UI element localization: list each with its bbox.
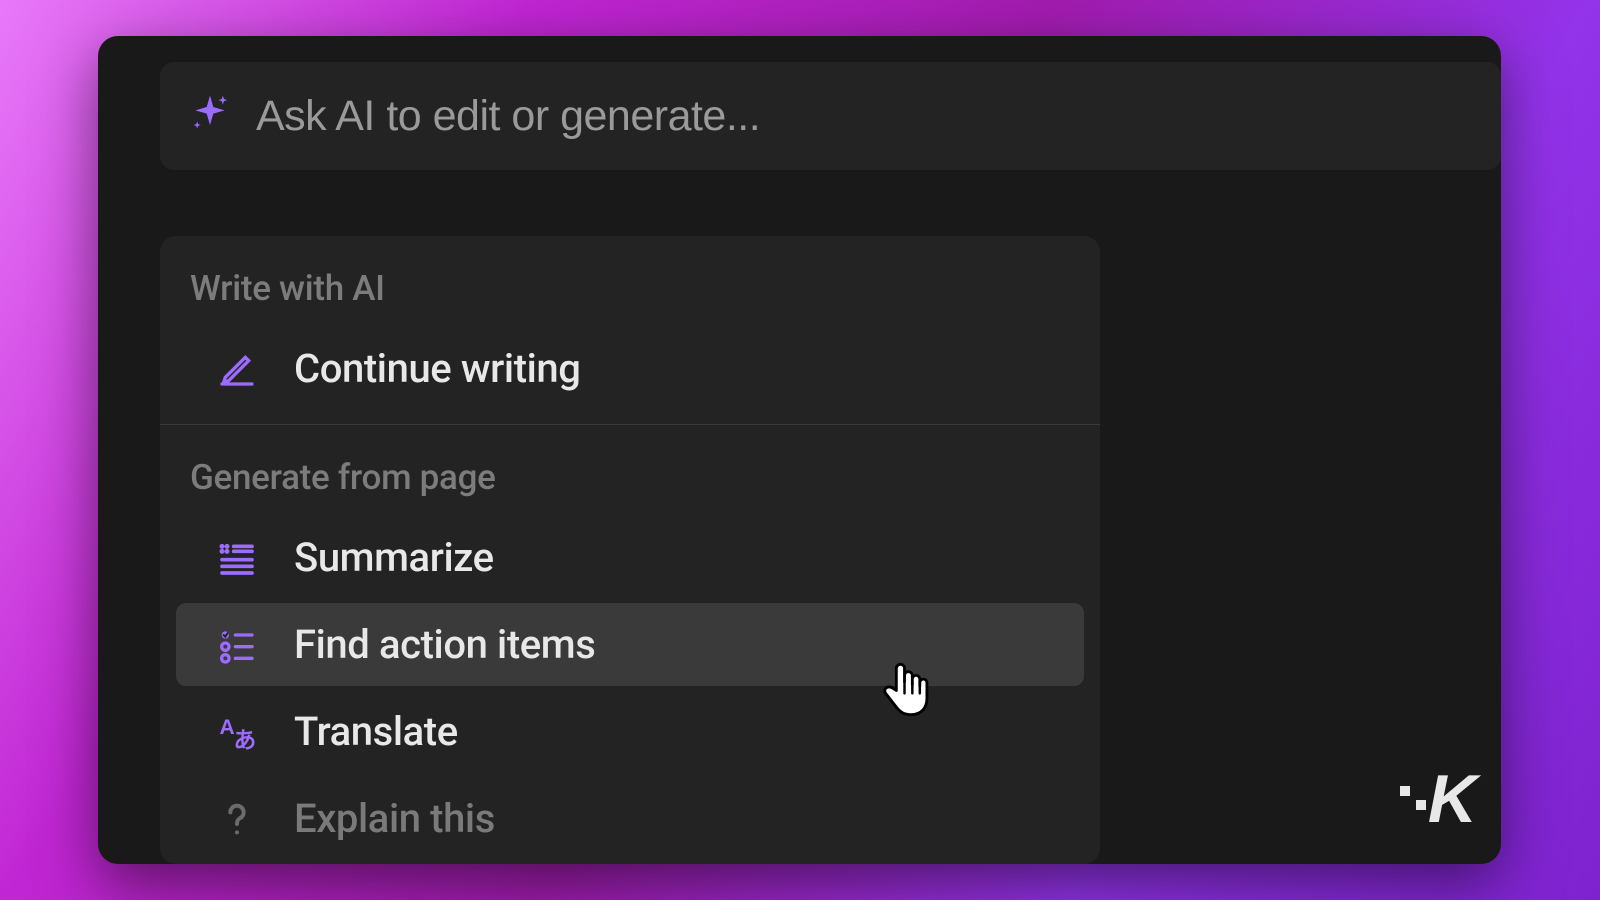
translate-icon: A あ: [214, 709, 260, 755]
menu-item-continue-writing[interactable]: Continue writing: [176, 327, 1084, 410]
pencil-line-icon: [214, 346, 260, 392]
menu-item-label: Find action items: [294, 621, 595, 668]
watermark: K: [1400, 760, 1473, 838]
question-icon: [214, 796, 260, 842]
watermark-dots-icon: [1400, 800, 1426, 810]
menu-item-explain-this[interactable]: Explain this: [176, 777, 1084, 860]
menu-item-label: Explain this: [294, 795, 495, 842]
summarize-icon: [214, 535, 260, 581]
svg-text:A: A: [220, 715, 235, 738]
ai-panel: Write with AI Continue writing Generate …: [98, 36, 1501, 864]
watermark-letter: K: [1428, 760, 1473, 838]
ask-ai-input[interactable]: [256, 92, 1473, 141]
menu-item-label: Continue writing: [294, 345, 581, 392]
section-header-generate: Generate from page: [160, 425, 1100, 512]
sparkle-icon: [188, 92, 232, 140]
section-header-write: Write with AI: [160, 236, 1100, 323]
menu-item-translate[interactable]: A あ Translate: [176, 690, 1084, 773]
menu-item-summarize[interactable]: Summarize: [176, 516, 1084, 599]
menu-item-label: Summarize: [294, 534, 494, 581]
menu-item-find-action-items[interactable]: Find action items: [176, 603, 1084, 686]
ai-actions-menu: Write with AI Continue writing Generate …: [160, 236, 1100, 864]
ask-ai-bar[interactable]: [160, 62, 1501, 170]
svg-text:あ: あ: [234, 726, 257, 752]
checklist-icon: [214, 622, 260, 668]
menu-item-label: Translate: [294, 708, 458, 755]
